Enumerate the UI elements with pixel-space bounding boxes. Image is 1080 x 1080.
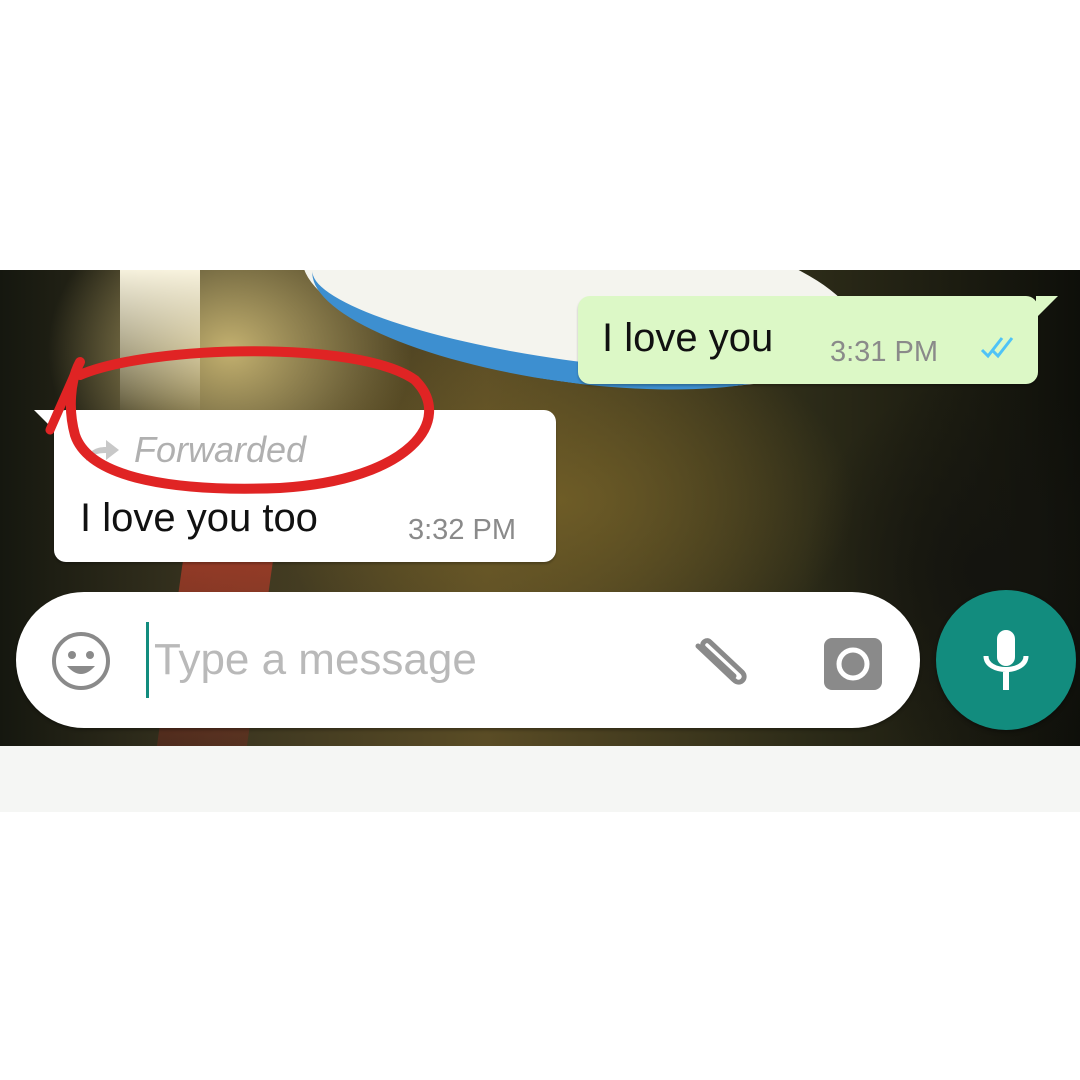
outgoing-message-text: I love you bbox=[602, 316, 774, 360]
mic-button[interactable] bbox=[936, 590, 1076, 730]
red-circle-annotation bbox=[45, 346, 435, 494]
outgoing-message-bubble[interactable]: I love you 3:31 PM bbox=[578, 296, 1058, 384]
message-composer bbox=[16, 592, 920, 728]
camera-icon[interactable] bbox=[822, 634, 884, 692]
emoji-icon[interactable] bbox=[50, 630, 112, 692]
text-cursor bbox=[146, 622, 149, 698]
outgoing-message-time: 3:31 PM bbox=[830, 336, 938, 368]
message-input[interactable] bbox=[154, 622, 654, 698]
mic-icon bbox=[983, 630, 1029, 690]
double-check-read-icon bbox=[978, 332, 1018, 370]
paperclip-icon[interactable] bbox=[684, 632, 752, 694]
bottom-navigation-strip bbox=[0, 746, 1080, 812]
